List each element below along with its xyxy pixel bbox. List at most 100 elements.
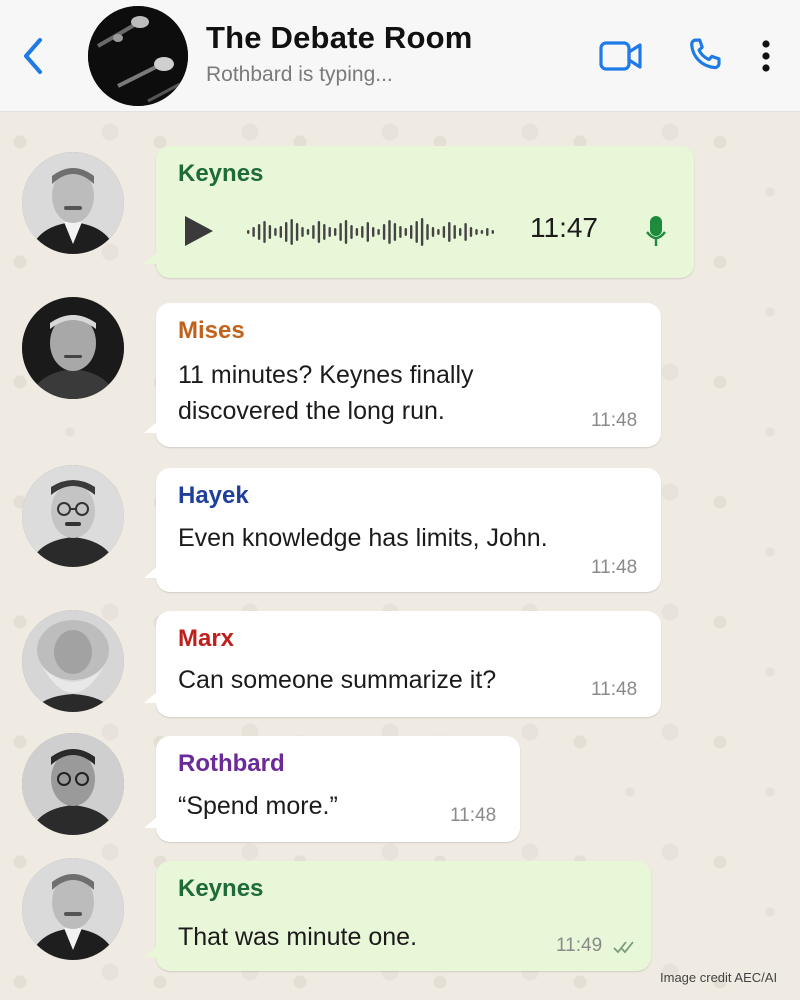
avatar-marx[interactable] (22, 610, 124, 712)
microphone-icon (644, 210, 668, 250)
waveform-bar (464, 223, 467, 241)
avatar-keynes[interactable] (22, 858, 124, 960)
marx-portrait (22, 610, 124, 712)
sender-name: Keynes (178, 160, 264, 187)
message-bubble[interactable]: Rothbard “Spend more.” 11:48 (144, 736, 520, 842)
message-bubble[interactable]: Marx Can someone summarize it? 11:48 (144, 611, 661, 717)
waveform-bar (361, 226, 364, 238)
waveform-bar (290, 219, 293, 245)
waveform-bar (393, 223, 397, 241)
avatar-mises[interactable] (22, 297, 124, 399)
bubble-tail (144, 816, 158, 828)
waveform-bar (263, 221, 266, 243)
waveform-bar (295, 223, 299, 241)
message-time: 11:49 (556, 935, 603, 956)
waveform-bar (372, 227, 375, 237)
waveform-bar (301, 227, 304, 237)
waveform-bar (382, 224, 386, 240)
waveform-bar (437, 229, 440, 235)
waveform-bar (442, 226, 446, 238)
hayek-portrait (22, 465, 124, 567)
avatar-rothbard[interactable] (22, 733, 124, 835)
waveform-bar (285, 222, 288, 242)
message-time: 11:48 (450, 805, 497, 826)
video-camera-icon (599, 41, 642, 71)
group-avatar[interactable] (88, 6, 188, 106)
sender-name: Mises (178, 317, 245, 344)
waveform-bar (268, 225, 272, 239)
waveform-bar (415, 221, 418, 243)
waveform-bar (355, 228, 359, 236)
bubble-tail (144, 252, 158, 264)
microphones-image (88, 6, 188, 106)
sender-name: Rothbard (178, 750, 285, 777)
more-options-button[interactable] (756, 36, 776, 76)
message-bubble[interactable]: Mises 11 minutes? Keynes finally discove… (144, 303, 661, 447)
typing-status: Rothbard is typing... (206, 63, 393, 86)
avatar-hayek[interactable] (22, 465, 124, 567)
bubble-tail (144, 945, 158, 957)
waveform-bar (426, 224, 429, 240)
waveform-bar (366, 222, 369, 242)
bubble-tail (144, 421, 158, 433)
bubble-tail (144, 566, 158, 578)
image-credit: Image credit AEC/AI (660, 970, 778, 985)
message-bubble[interactable]: Hayek Even knowledge has limits, John. 1… (144, 468, 661, 592)
waveform-bar (328, 227, 331, 237)
message-text-line: Can someone summarize it? (178, 666, 497, 694)
video-call-button[interactable] (598, 38, 644, 74)
message-text-line: 11 minutes? Keynes finally (178, 361, 474, 389)
back-button[interactable] (16, 36, 52, 76)
message-time: 11:48 (591, 679, 638, 700)
voice-duration: 11:47 (530, 212, 598, 243)
waveform-bar (410, 225, 413, 239)
chat-title[interactable]: The Debate Room (206, 20, 473, 56)
waveform-bar (480, 230, 484, 234)
waveform-bar (475, 229, 478, 235)
keynes-portrait (22, 152, 124, 254)
voice-call-button[interactable] (684, 34, 726, 76)
keynes-portrait (22, 858, 124, 960)
chevron-left-icon (24, 38, 42, 74)
waveform-bar (252, 227, 255, 237)
waveform-bar (323, 224, 326, 240)
waveform-bar (486, 228, 489, 236)
message-bubble[interactable]: Keynes That was minute one. 11:49 (144, 861, 651, 971)
waveform-bar (339, 223, 342, 241)
sender-name: Marx (178, 625, 235, 652)
message-text-line: discovered the long run. (178, 397, 445, 425)
waveform-bar (469, 227, 473, 237)
waveform-bar (334, 228, 337, 236)
message-time: 11:48 (591, 410, 638, 431)
sender-name: Hayek (178, 482, 249, 509)
waveform-bar (279, 226, 282, 238)
waveform-graphic[interactable] (246, 212, 496, 252)
message-time: 11:48 (591, 557, 638, 578)
message-text-line: That was minute one. (178, 923, 418, 951)
voice-message-bubble[interactable]: Keynes 11:47 (144, 146, 694, 278)
avatar-keynes[interactable] (22, 152, 124, 254)
waveform-bar (312, 225, 315, 239)
waveform-bar (350, 225, 353, 239)
waveform-bar (459, 228, 462, 236)
waveform-bar (431, 227, 435, 237)
message-text-line: Even knowledge has limits, John. (178, 524, 548, 552)
waveform-bar (420, 218, 424, 246)
waveform-bar (491, 230, 494, 234)
waveform-bar (317, 221, 321, 243)
waveform-bar (306, 229, 310, 235)
sender-name: Keynes (178, 875, 264, 902)
message-text-line: “Spend more.” (178, 792, 338, 820)
waveform-bar (344, 220, 348, 244)
waveform-bar (399, 226, 402, 238)
double-check-icon (613, 941, 634, 954)
chat-header: The Debate Room Rothbard is typing... (0, 0, 800, 112)
mises-portrait (22, 297, 124, 399)
waveform-bar (247, 230, 250, 234)
play-button[interactable] (182, 214, 216, 248)
play-icon (185, 216, 213, 246)
waveform-bar (448, 222, 451, 242)
vertical-dots-icon (762, 40, 770, 72)
waveform-bar (453, 225, 456, 239)
waveform-bar (388, 220, 391, 244)
